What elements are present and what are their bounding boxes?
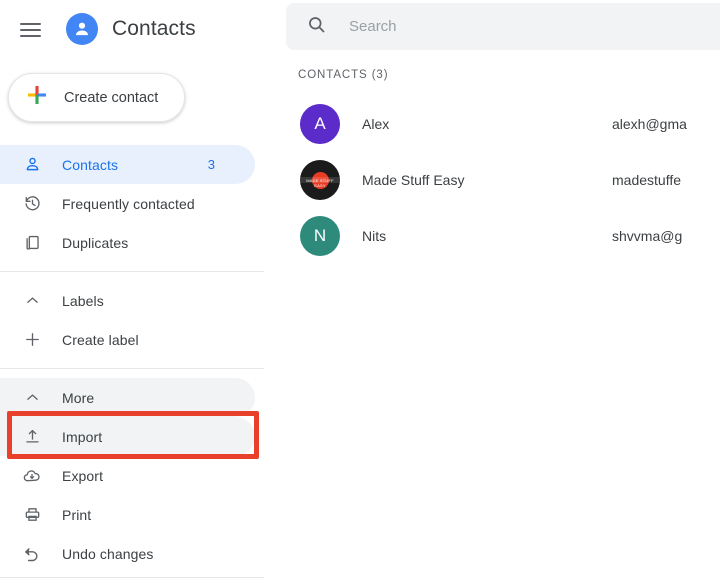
avatar-photo-label: MADE STUFF EASY	[306, 177, 334, 188]
contacts-section-title: CONTACTS (3)	[298, 69, 389, 81]
history-clock-icon	[20, 192, 44, 216]
table-row[interactable]: A Alex alexh@gma	[276, 96, 720, 152]
sidebar-item-label: Import	[62, 428, 103, 445]
sidebar-item-more[interactable]: More	[0, 378, 255, 417]
sidebar-item-export[interactable]: Export	[0, 456, 255, 495]
sidebar-item-print[interactable]: Print	[0, 495, 255, 534]
sidebar-item-undo-changes[interactable]: Undo changes	[0, 534, 255, 573]
sidebar-divider-bottom	[0, 577, 266, 578]
create-contact-button[interactable]: Create contact	[8, 73, 185, 122]
contacts-list: A Alex alexh@gma MADE STUFF EASY Made St…	[276, 96, 720, 264]
search-icon	[306, 14, 327, 40]
search-input[interactable]	[349, 18, 720, 35]
sidebar-divider-1	[0, 271, 266, 272]
contact-name: Alex	[362, 116, 390, 132]
contacts-main-panel: CONTACTS (3) A Alex alexh@gma MADE STUFF…	[276, 0, 720, 583]
avatar: N	[300, 216, 340, 256]
sidebar-item-label: Contacts	[62, 156, 119, 173]
plus-icon	[20, 328, 44, 352]
avatar: A	[300, 104, 340, 144]
sidebar-item-label: Create label	[62, 331, 139, 348]
contact-email: alexh@gma	[612, 116, 687, 132]
search-bar[interactable]	[286, 3, 720, 50]
contact-email: madestuffe	[612, 172, 682, 188]
sidebar-item-create-label[interactable]: Create label	[0, 320, 255, 359]
sidebar-item-labels[interactable]: Labels	[0, 281, 255, 320]
sidebar-item-label: Labels	[62, 292, 104, 309]
sidebar-divider-2	[0, 368, 266, 369]
chevron-up-icon	[20, 289, 44, 313]
avatar-initial: N	[313, 226, 327, 245]
left-sidebar-panel: Contacts Create contact Contacts 3 Frequ…	[0, 0, 266, 583]
sidebar-item-label: Export	[62, 467, 104, 484]
contact-email: shvvma@g	[612, 228, 683, 244]
sidebar-item-contacts[interactable]: Contacts 3	[0, 145, 255, 184]
person-avatar-icon	[66, 13, 98, 45]
sidebar-item-label: Undo changes	[62, 545, 154, 562]
contact-name: Nits	[362, 228, 387, 244]
create-contact-label: Create contact	[64, 89, 159, 106]
table-row[interactable]: MADE STUFF EASY Made Stuff Easy madestuf…	[276, 152, 720, 208]
google-plus-icon	[26, 84, 48, 111]
sidebar-item-label: Frequently contacted	[62, 195, 195, 212]
sidebar-item-import[interactable]: Import	[0, 417, 255, 456]
printer-icon	[20, 503, 44, 527]
contact-name: Made Stuff Easy	[362, 172, 465, 188]
app-header: Contacts	[0, 0, 266, 58]
sidebar-item-frequently-contacted[interactable]: Frequently contacted	[0, 184, 255, 223]
sidebar-item-duplicates[interactable]: Duplicates	[0, 223, 255, 262]
sidebar-item-label: More	[62, 389, 95, 406]
hamburger-menu-icon[interactable]	[18, 16, 44, 42]
person-outline-icon	[20, 153, 44, 177]
upload-icon	[20, 425, 44, 449]
avatar-initial: A	[314, 114, 326, 133]
chevron-up-icon	[20, 386, 44, 410]
table-row[interactable]: N Nits shvvma@g	[276, 208, 720, 264]
sidebar-item-label: Print	[62, 506, 92, 523]
undo-arrow-icon	[20, 542, 44, 566]
contacts-app-window: Contacts Create contact Contacts 3 Frequ…	[0, 0, 720, 583]
sidebar-item-label: Duplicates	[62, 234, 129, 251]
sidebar-nav-list: Contacts 3 Frequently contacted Duplicat…	[0, 145, 266, 573]
page-title: Contacts	[112, 17, 196, 40]
avatar: MADE STUFF EASY	[300, 160, 340, 200]
duplicate-pages-icon	[20, 231, 44, 255]
sidebar-scrollbar-track[interactable]	[264, 0, 539, 583]
cloud-download-icon	[20, 464, 44, 488]
contacts-count-badge: 3	[207, 157, 215, 172]
